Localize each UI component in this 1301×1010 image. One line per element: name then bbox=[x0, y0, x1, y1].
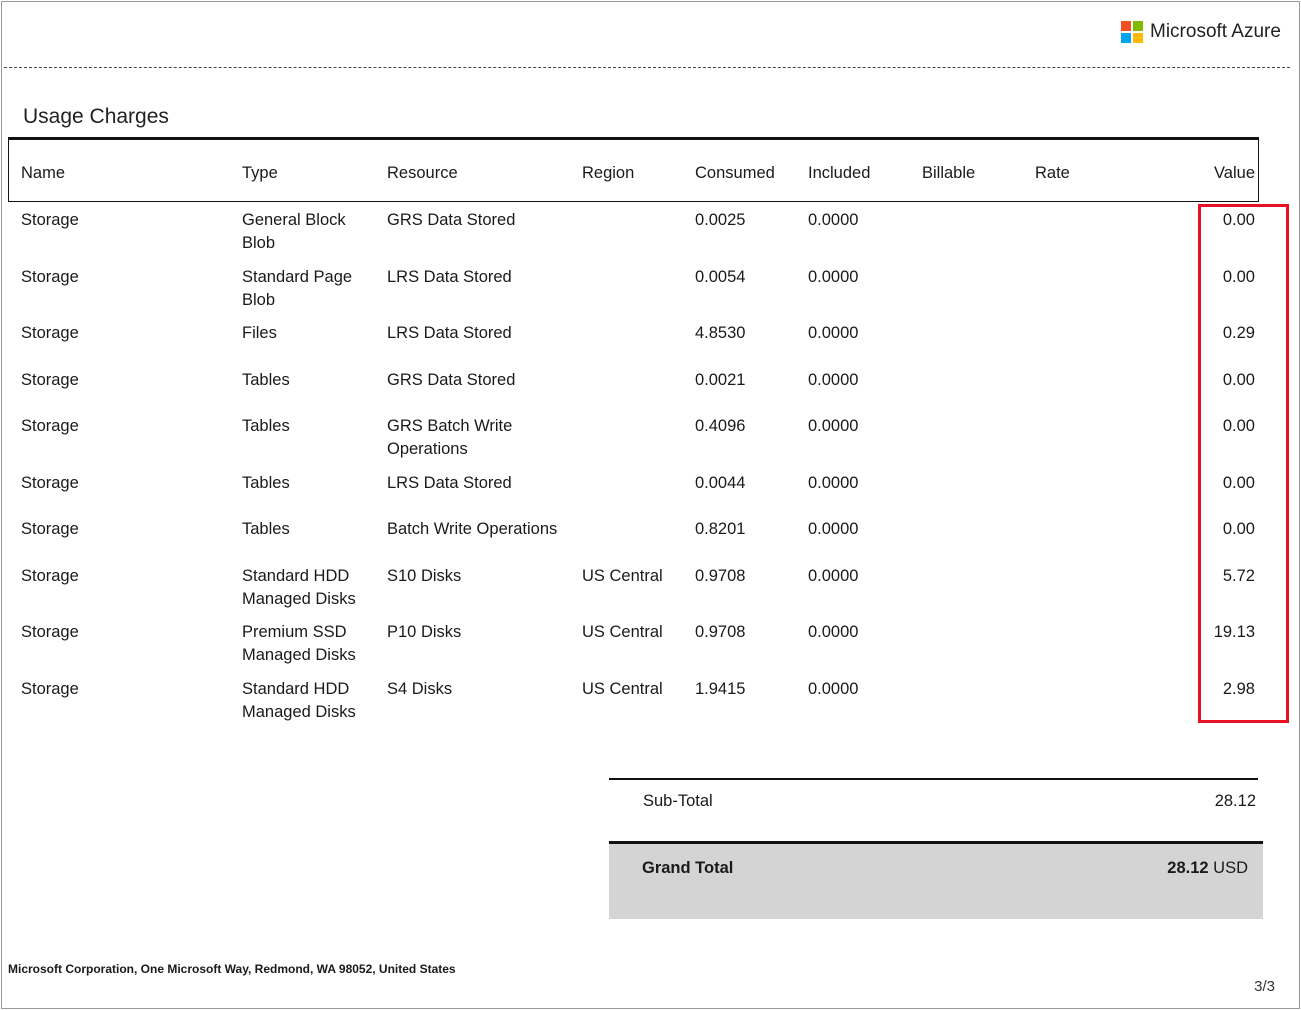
cell-type: Tables bbox=[242, 417, 290, 435]
cell-included: 0.0000 bbox=[808, 417, 859, 435]
cell-name: Storage bbox=[21, 680, 79, 698]
cell-included: 0.0000 bbox=[808, 211, 859, 229]
cell-type: Standard Page Blob bbox=[242, 268, 353, 309]
cell-name: Storage bbox=[21, 211, 79, 229]
page-number: 3/3 bbox=[1254, 978, 1275, 995]
cell-type: Files bbox=[242, 324, 277, 342]
cell-included: 0.0000 bbox=[808, 567, 859, 585]
column-header-type: Type bbox=[242, 164, 278, 182]
cell-consumed: 0.0025 bbox=[695, 211, 746, 229]
cell-region: US Central bbox=[582, 567, 663, 585]
value-column-highlight bbox=[1198, 204, 1289, 723]
cell-resource: GRS Batch Write Operations bbox=[387, 417, 513, 458]
cell-type: Tables bbox=[242, 520, 290, 538]
cell-included: 0.0000 bbox=[808, 474, 859, 492]
cell-consumed: 0.9708 bbox=[695, 623, 746, 641]
grand-total-box bbox=[609, 841, 1263, 919]
subtotal-label: Sub-Total bbox=[643, 792, 713, 810]
header-divider bbox=[4, 67, 1290, 68]
cell-type: Tables bbox=[242, 371, 290, 389]
grand-total-amount: 28.12 USD bbox=[1167, 857, 1248, 880]
cell-included: 0.0000 bbox=[808, 324, 859, 342]
cell-consumed: 0.8201 bbox=[695, 520, 746, 538]
grand-total-value: 28.12 bbox=[1167, 859, 1209, 877]
cell-resource: GRS Data Stored bbox=[387, 211, 516, 229]
column-header-value: Value bbox=[1214, 164, 1255, 182]
cell-consumed: 4.8530 bbox=[695, 324, 746, 342]
cell-consumed: 0.0044 bbox=[695, 474, 746, 492]
column-header-name: Name bbox=[21, 164, 66, 182]
subtotal-value: 28.12 bbox=[1214, 792, 1256, 810]
microsoft-logo-icon bbox=[1121, 21, 1143, 43]
column-header-billable: Billable bbox=[922, 164, 976, 182]
cell-included: 0.0000 bbox=[808, 623, 859, 641]
cell-consumed: 0.0054 bbox=[695, 268, 746, 286]
cell-name: Storage bbox=[21, 268, 79, 286]
cell-resource: LRS Data Stored bbox=[387, 324, 512, 342]
cell-included: 0.0000 bbox=[808, 268, 859, 286]
microsoft-azure-logo: Microsoft Azure bbox=[1121, 21, 1281, 43]
cell-included: 0.0000 bbox=[808, 520, 859, 538]
column-header-consumed: Consumed bbox=[695, 164, 775, 182]
grand-total-label: Grand Total bbox=[642, 859, 734, 877]
cell-name: Storage bbox=[21, 417, 79, 435]
subtotal-divider bbox=[609, 778, 1258, 780]
column-header-included: Included bbox=[808, 164, 871, 182]
grand-total-currency: USD bbox=[1213, 859, 1248, 877]
footer-address: Microsoft Corporation, One Microsoft Way… bbox=[8, 962, 456, 976]
cell-resource: Batch Write Operations bbox=[387, 520, 558, 538]
section-title: Usage Charges bbox=[23, 105, 169, 128]
column-header-rate: Rate bbox=[1035, 164, 1070, 182]
cell-type: Standard HDD Managed Disks bbox=[242, 567, 356, 608]
cell-consumed: 0.0021 bbox=[695, 371, 746, 389]
cell-name: Storage bbox=[21, 567, 79, 585]
cell-resource: S4 Disks bbox=[387, 680, 453, 698]
cell-consumed: 1.9415 bbox=[695, 680, 746, 698]
cell-resource: GRS Data Stored bbox=[387, 371, 516, 389]
cell-region: US Central bbox=[582, 623, 663, 641]
cell-resource: LRS Data Stored bbox=[387, 268, 512, 286]
cell-consumed: 0.9708 bbox=[695, 567, 746, 585]
cell-type: Standard HDD Managed Disks bbox=[242, 680, 356, 721]
cell-type: General Block Blob bbox=[242, 211, 346, 252]
cell-region: US Central bbox=[582, 680, 663, 698]
cell-consumed: 0.4096 bbox=[695, 417, 746, 435]
cell-included: 0.0000 bbox=[808, 371, 859, 389]
cell-resource: P10 Disks bbox=[387, 623, 462, 641]
cell-type: Premium SSD Managed Disks bbox=[242, 623, 356, 664]
cell-included: 0.0000 bbox=[808, 680, 859, 698]
cell-name: Storage bbox=[21, 371, 79, 389]
cell-type: Tables bbox=[242, 474, 290, 492]
cell-name: Storage bbox=[21, 520, 79, 538]
cell-resource: S10 Disks bbox=[387, 567, 462, 585]
cell-resource: LRS Data Stored bbox=[387, 474, 512, 492]
cell-name: Storage bbox=[21, 324, 79, 342]
column-header-region: Region bbox=[582, 164, 635, 182]
column-header-resource: Resource bbox=[387, 164, 458, 182]
cell-name: Storage bbox=[21, 474, 79, 492]
cell-name: Storage bbox=[21, 623, 79, 641]
brand-name: Microsoft Azure bbox=[1150, 21, 1281, 42]
